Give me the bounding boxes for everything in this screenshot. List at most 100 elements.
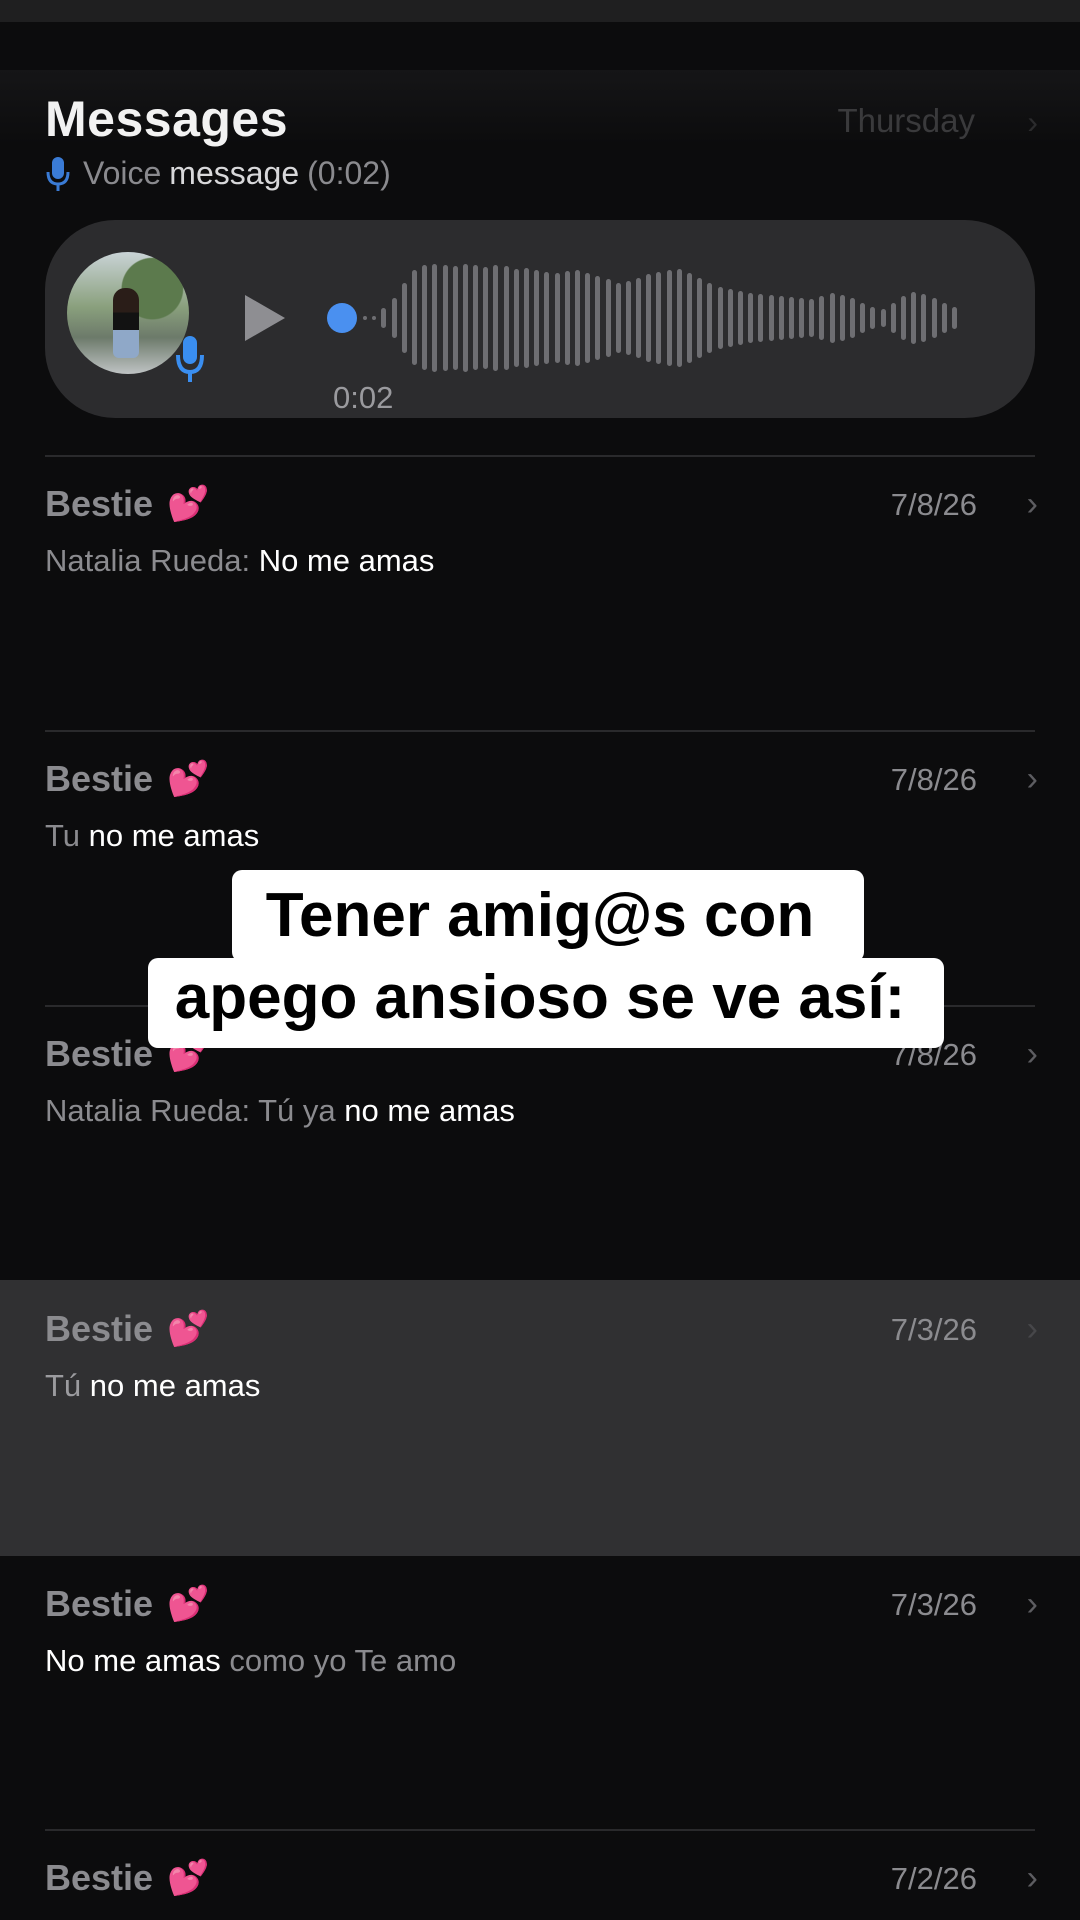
microphone-icon <box>176 336 204 382</box>
hearts-emoji: 💕 <box>167 485 210 523</box>
waveform-bar <box>931 297 937 338</box>
waveform-bar <box>422 265 428 370</box>
waveform-bar <box>411 270 417 365</box>
waveform-bar <box>707 282 713 353</box>
waveform-bar <box>900 295 906 340</box>
waveform-bar <box>442 264 448 371</box>
waveform-bar <box>737 290 743 345</box>
audio-waveform[interactable] <box>363 260 1033 375</box>
waveform-bar <box>829 292 835 343</box>
waveform-bar <box>473 265 479 370</box>
waveform-bar <box>941 302 947 333</box>
waveform-bar <box>554 272 560 363</box>
voice-message-preview: Voice message (0:02) <box>45 155 391 192</box>
waveform-bar <box>850 297 855 338</box>
hearts-emoji: 💕 <box>167 1585 210 1623</box>
waveform-bar <box>809 298 815 337</box>
message-preview: Natalia Rueda: No me amas <box>45 543 435 578</box>
waveform-bar <box>513 268 519 367</box>
preview-label-voice: Voice <box>83 155 162 191</box>
message-date: 7/3/26 <box>890 1587 977 1622</box>
waveform-bar <box>363 315 367 320</box>
waveform-bar <box>758 293 764 342</box>
waveform-bar <box>381 307 387 328</box>
message-date: 7/8/26 <box>890 762 977 797</box>
message-preview: Tu no me amas <box>45 818 260 853</box>
waveform-bar <box>625 280 631 355</box>
waveform-bar <box>921 293 927 342</box>
waveform-bar <box>493 264 499 371</box>
waveform-bar <box>636 277 642 358</box>
contact-name: Bestie 💕 <box>45 758 210 799</box>
hearts-emoji: 💕 <box>167 760 210 798</box>
message-date: 7/2/26 <box>890 1861 977 1896</box>
voice-message-card[interactable]: 0:02 <box>45 220 1035 418</box>
list-item[interactable]: Bestie 💕 7/3/26 › No me amas como yo Te a… <box>0 1555 1080 1830</box>
waveform-bar <box>524 267 529 368</box>
waveform-bar <box>890 302 896 333</box>
waveform-bar <box>372 315 377 320</box>
waveform-bar <box>401 282 407 353</box>
waveform-bar <box>605 278 611 357</box>
message-preview: No me amas como yo Te amo <box>45 1643 457 1678</box>
message-preview: Tú no me amas <box>45 1368 261 1403</box>
waveform-bar <box>615 282 621 353</box>
hearts-emoji: 💕 <box>167 1859 210 1897</box>
caption-line-2: apego ansioso se ve así: <box>174 963 906 1032</box>
message-date: 7/8/26 <box>890 487 977 522</box>
waveform-bar <box>391 297 397 338</box>
avatar[interactable] <box>67 252 189 374</box>
caption-line-1: Tener amig@s con <box>265 881 815 950</box>
chevron-right-icon: › <box>1026 760 1038 798</box>
waveform-bar <box>768 294 774 341</box>
play-icon[interactable] <box>245 295 285 341</box>
waveform-bar <box>452 265 458 370</box>
chevron-right-icon[interactable]: › <box>1027 104 1038 141</box>
waveform-bar <box>911 291 917 344</box>
preview-label-message: message <box>169 155 300 191</box>
contact-name: Bestie 💕 <box>45 483 210 524</box>
waveform-bar <box>585 272 591 363</box>
waveform-bar <box>432 263 438 372</box>
header-date: Thursday <box>837 102 975 139</box>
waveform-bar <box>839 294 845 341</box>
voice-duration: 0:02 <box>333 380 394 415</box>
chevron-right-icon: › <box>1026 1310 1038 1348</box>
waveform-bar <box>880 308 886 327</box>
chevron-right-icon: › <box>1026 1859 1038 1897</box>
waveform-bar <box>666 269 672 366</box>
waveform-bar <box>564 270 570 365</box>
waveform-bar <box>503 265 509 370</box>
list-item[interactable]: Bestie 💕 7/8/26 › Natalia Rueda: No me am… <box>0 455 1080 730</box>
contact-name: Bestie 💕 <box>45 1583 210 1624</box>
waveform-bar <box>951 306 957 329</box>
waveform-bar <box>697 277 703 358</box>
waveform-bar <box>646 273 652 362</box>
page-title: Messages <box>45 91 289 147</box>
contact-name: Bestie 💕 <box>45 1857 210 1898</box>
message-date: 7/3/26 <box>890 1312 977 1347</box>
preview-duration: (0:02) <box>307 155 391 191</box>
list-item-selected[interactable]: Bestie 💕 7/3/26 › Tú no me amas <box>0 1280 1080 1556</box>
list-item[interactable]: Bestie 💕 7/2/26 › <box>0 1829 1080 1920</box>
chevron-right-icon: › <box>1026 1585 1038 1623</box>
waveform-bar <box>819 295 825 340</box>
waveform-bar <box>534 269 540 366</box>
waveform-bar <box>778 295 784 340</box>
waveform-bar <box>870 306 876 329</box>
playback-scrubber[interactable] <box>327 303 357 333</box>
waveform-bar <box>595 275 601 360</box>
waveform-bar <box>727 288 733 347</box>
waveform-bar <box>748 292 754 343</box>
contact-name: Bestie 💕 <box>45 1308 210 1349</box>
waveform-bar <box>462 263 468 372</box>
chevron-right-icon: › <box>1026 485 1038 523</box>
waveform-bar <box>676 268 682 367</box>
waveform-bar <box>483 266 489 369</box>
waveform-bar <box>717 286 723 349</box>
hearts-emoji: 💕 <box>167 1310 210 1348</box>
message-preview: Natalia Rueda: Tú ya no me amas <box>45 1093 515 1128</box>
overlay-caption: Tener amig@s con apego ansioso se ve así… <box>0 870 1080 1050</box>
waveform-bar <box>860 302 866 333</box>
top-edge-bar <box>0 0 1080 22</box>
